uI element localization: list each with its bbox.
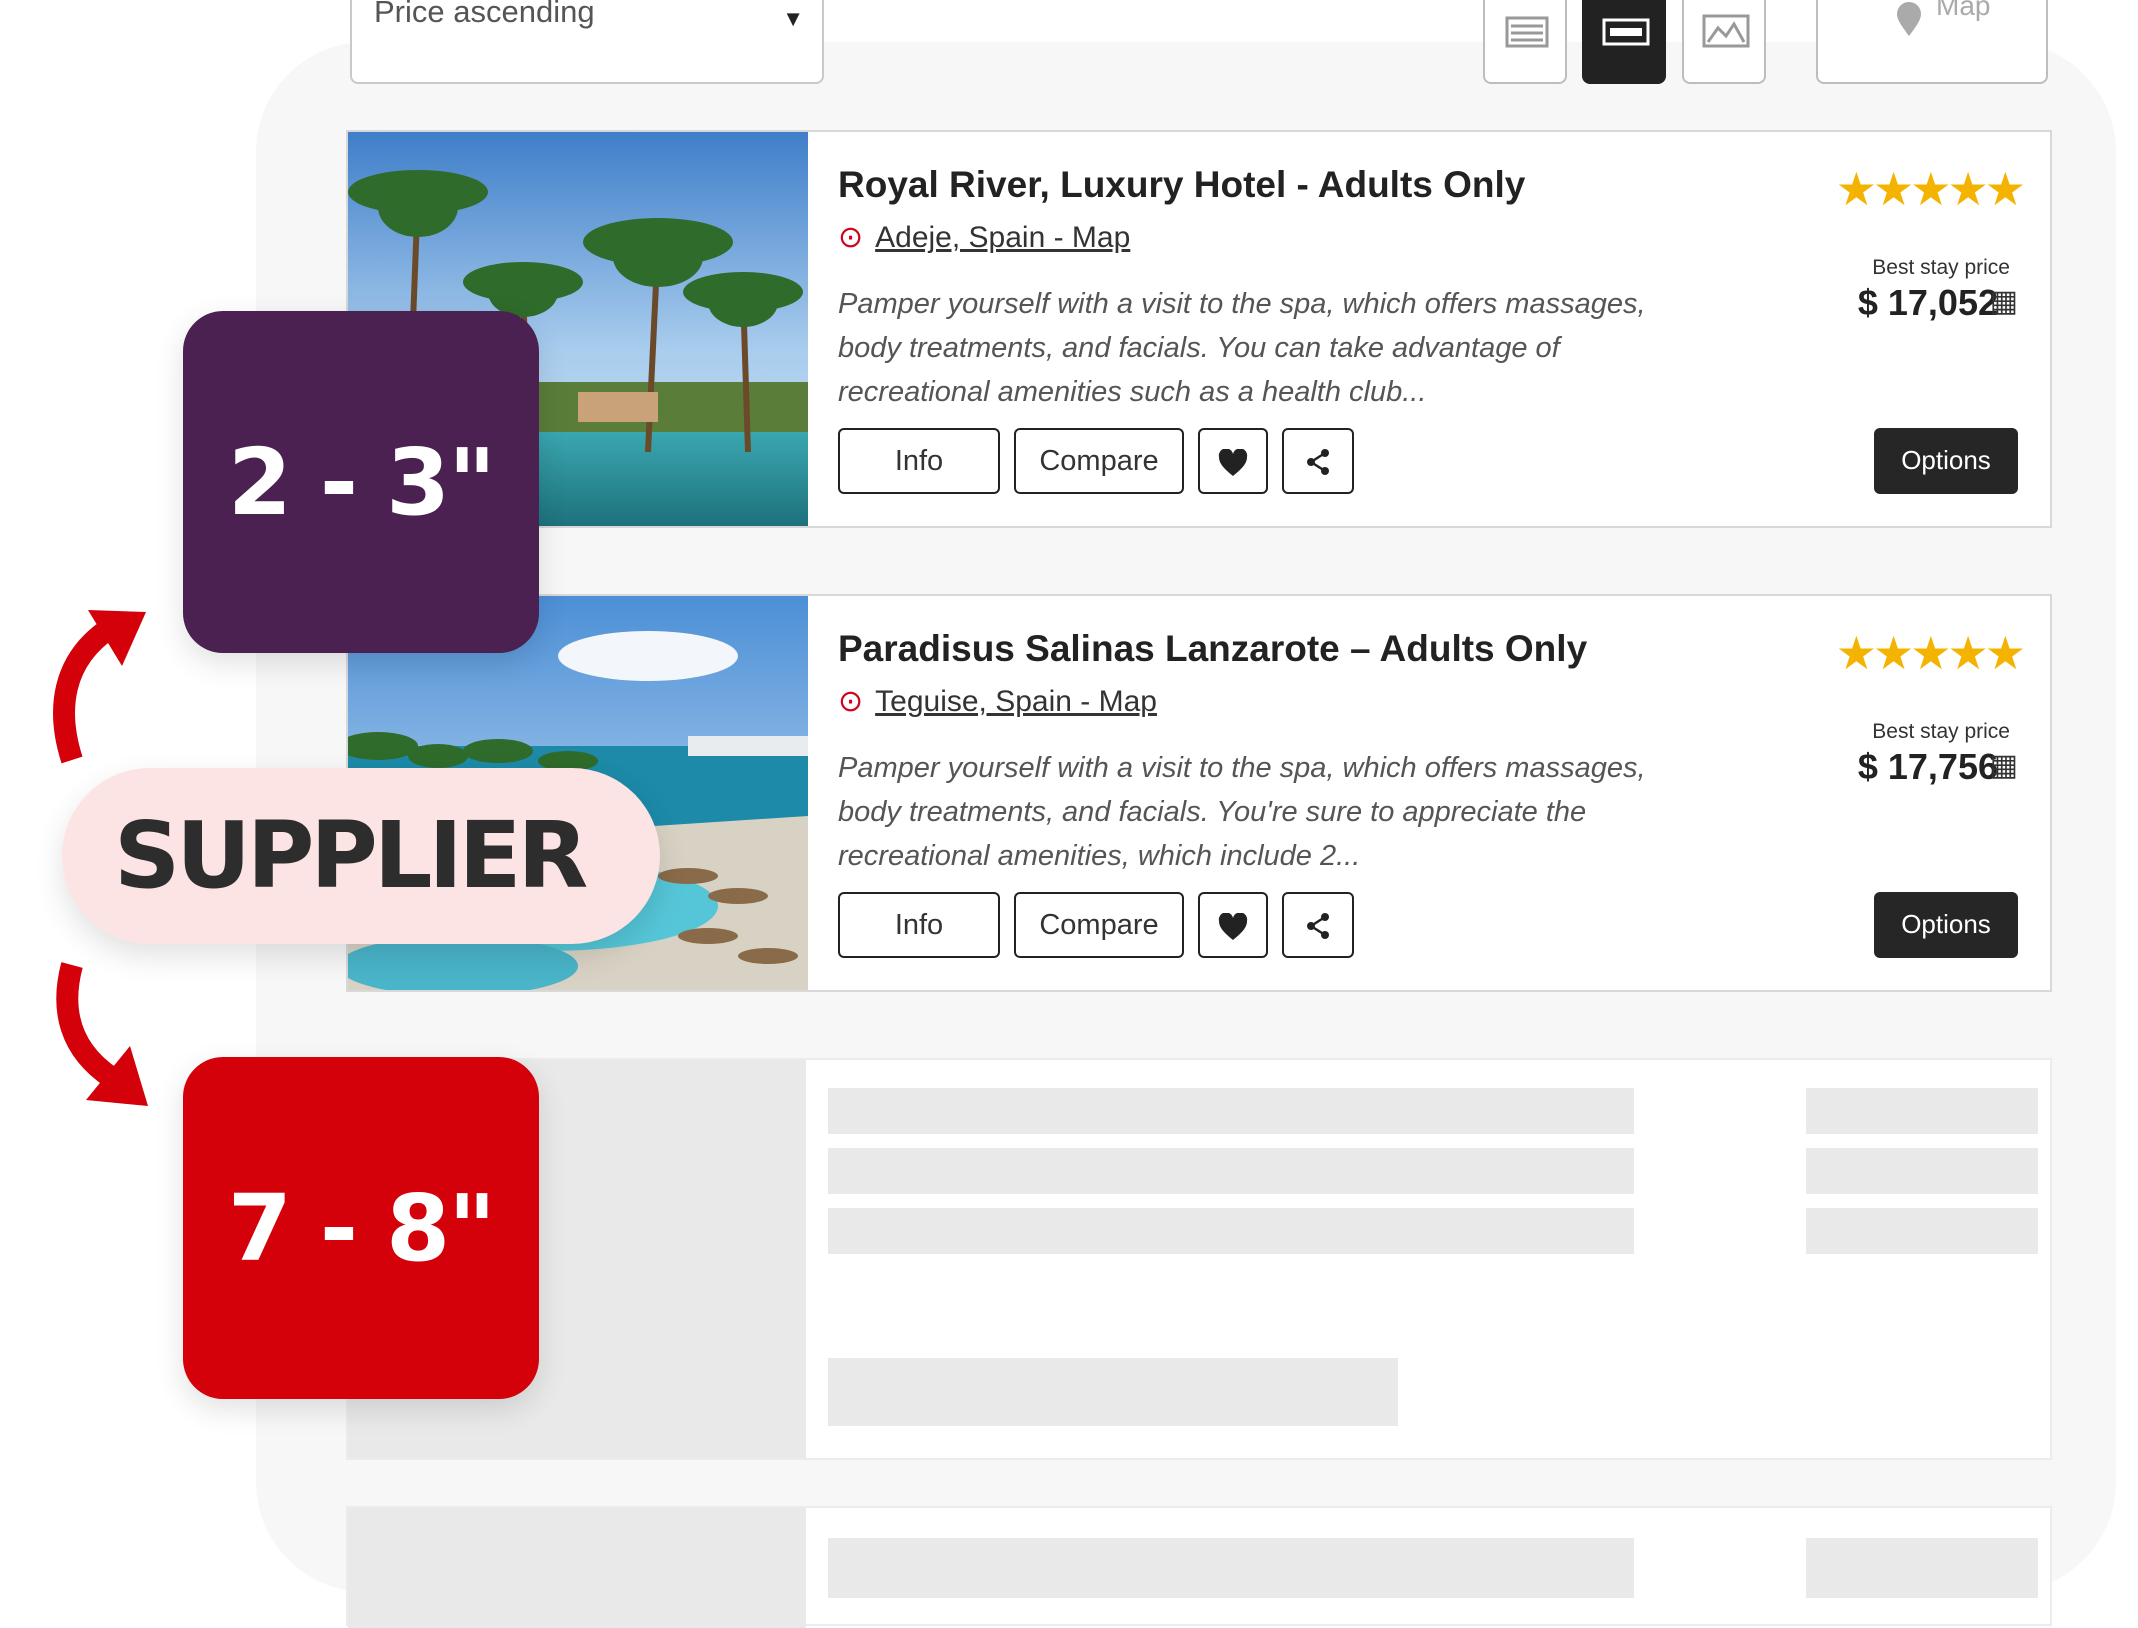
hotel-name[interactable]: Paradisus Salinas Lanzarote – Adults Onl… [838,628,1587,670]
top-duration-badge: 2 - 3" [183,311,539,653]
map-pin-icon: ⊙ [838,685,864,718]
hotel-description: Pamper yourself with a visit to the spa,… [838,288,1646,408]
skeleton-line [1806,1208,2038,1254]
star-icon: ★ [1947,627,1989,679]
calculator-icon[interactable]: ▦ [1990,284,2018,319]
skeleton-line [828,1208,1634,1254]
supplier-pill: SUPPLIER [62,768,660,944]
list-view-icon [1505,16,1549,48]
share-icon [1307,449,1329,475]
hotel-name[interactable]: Royal River, Luxury Hotel - Adults Only [838,164,1525,206]
bottom-duration-badge: 7 - 8" [183,1057,539,1399]
list-view-button[interactable] [1483,0,1567,84]
photo-view-icon [1702,14,1750,48]
options-button[interactable]: Options [1874,892,2018,958]
arrow-up-icon [53,610,146,764]
star-icon: ★ [1835,163,1877,215]
star-icon: ★ [1873,163,1914,215]
skeleton-line [828,1538,1634,1598]
hotel-details: Paradisus Salinas Lanzarote – Adults Onl… [838,596,2050,990]
card-view-icon [1602,18,1650,46]
hotel-card: Royal River, Luxury Hotel - Adults Only … [346,130,2052,528]
loading-placeholder-card [346,1506,2052,1628]
map-pin-icon [1897,2,1921,36]
star-rating: ★★★★★ [1835,626,2026,680]
map-pin-icon: ⊙ [838,221,864,254]
hotel-location-text: Adeje, Spain - Map [875,221,1131,254]
hotel-price: $ 17,756 [1857,746,1998,787]
star-icon: ★ [1835,627,1877,679]
skeleton-line [828,1088,1634,1134]
sort-dropdown-value: Price ascending [374,0,595,29]
skeleton-line [828,1148,1634,1194]
calculator-icon[interactable]: ▦ [1990,748,2018,783]
heart-icon [1218,912,1248,940]
skeleton-line [1806,1538,2038,1598]
share-button[interactable] [1282,428,1354,494]
compare-button[interactable]: Compare [1014,892,1184,958]
hotel-location-text: Teguise, Spain - Map [875,685,1157,718]
chevron-down-icon: ▼ [782,6,804,31]
skeleton-image [348,1508,806,1628]
share-button[interactable] [1282,892,1354,958]
hotel-price: $ 17,052 [1857,282,1998,323]
price-label: Best stay price [1872,720,2010,743]
star-icon: ★ [1984,163,2026,215]
arrow-down-icon [56,962,148,1106]
share-icon [1307,913,1329,939]
hotel-description: Pamper yourself with a visit to the spa,… [838,752,1646,872]
sort-dropdown[interactable]: Price ascending ▼ [350,0,824,84]
skeleton-line [1806,1088,2038,1134]
bottom-duration-text: 7 - 8" [227,1175,496,1282]
info-button[interactable]: Info [838,428,1000,494]
loading-placeholder-card [346,1058,2052,1460]
compare-button[interactable]: Compare [1014,428,1184,494]
card-view-button[interactable] [1582,0,1666,84]
hotel-location-link[interactable]: ⊙ Teguise, Spain - Map [838,684,1157,719]
supplier-label: SUPPLIER [114,802,588,909]
options-button[interactable]: Options [1874,428,2018,494]
star-icon: ★ [1910,627,1951,679]
skeleton-line [1806,1148,2038,1194]
map-button[interactable]: Map [1816,0,2048,84]
star-icon: ★ [1910,163,1951,215]
star-icon: ★ [1984,627,2026,679]
favorite-button[interactable] [1198,428,1268,494]
star-icon: ★ [1947,163,1989,215]
price-label: Best stay price [1872,256,2010,279]
hotel-location-link[interactable]: ⊙ Adeje, Spain - Map [838,220,1130,255]
star-icon: ★ [1873,627,1914,679]
photo-view-button[interactable] [1682,0,1766,84]
info-button[interactable]: Info [838,892,1000,958]
skeleton-line [828,1358,1398,1426]
hotel-details: Royal River, Luxury Hotel - Adults Only … [838,132,2050,526]
star-rating: ★★★★★ [1835,162,2026,216]
heart-icon [1218,448,1248,476]
map-button-label: Map [1936,0,1991,21]
favorite-button[interactable] [1198,892,1268,958]
top-duration-text: 2 - 3" [227,429,496,536]
